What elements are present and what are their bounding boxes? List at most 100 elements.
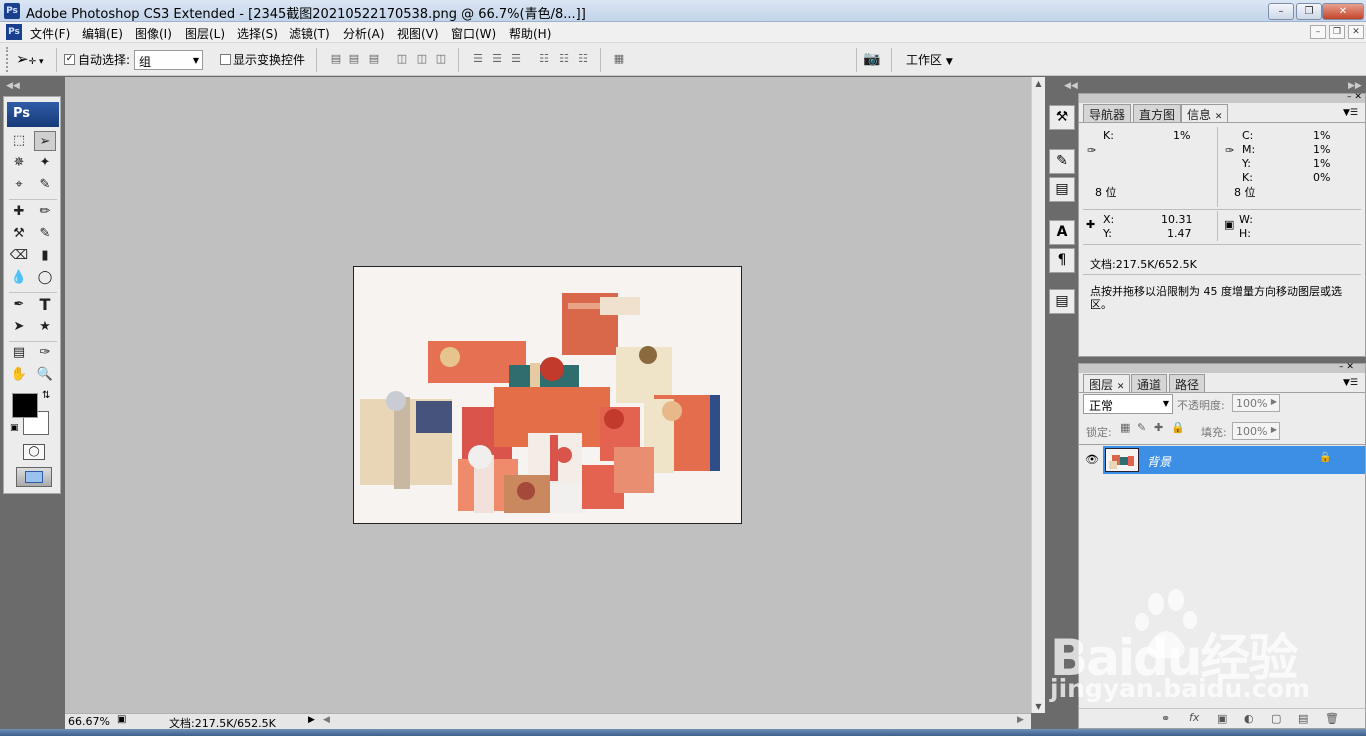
menu-layer[interactable]: 图层(L) bbox=[185, 25, 225, 42]
status-menu-arrow-icon[interactable]: ▶ bbox=[308, 715, 315, 725]
brush-tool-icon[interactable]: ✏ bbox=[34, 202, 56, 222]
zoom-level[interactable]: 66.67% bbox=[68, 715, 110, 728]
lock-pixels-icon[interactable]: ✎ bbox=[1137, 421, 1146, 434]
panel-minimize-icon[interactable]: – ✕ bbox=[1347, 92, 1362, 102]
eyedropper-icon[interactable]: ✑ bbox=[1087, 144, 1096, 157]
collapse-toolbox-icon[interactable]: ◀◀ bbox=[6, 81, 20, 91]
eyedropper-tool-icon[interactable]: ✑ bbox=[34, 343, 56, 363]
grip-icon[interactable] bbox=[6, 47, 11, 72]
lock-all-icon[interactable]: 🔒 bbox=[1171, 421, 1185, 434]
scroll-up-icon[interactable]: ▲ bbox=[1032, 79, 1045, 88]
lock-position-icon[interactable]: ✚ bbox=[1154, 421, 1163, 434]
scroll-right-icon[interactable]: ▶ bbox=[1017, 715, 1024, 725]
doc-restore-button[interactable]: ❐ bbox=[1329, 25, 1345, 39]
lasso-tool-icon[interactable]: ✵ bbox=[8, 153, 30, 173]
menu-window[interactable]: 窗口(W) bbox=[451, 25, 496, 42]
marquee-tool-icon[interactable]: ⬚ bbox=[8, 131, 30, 151]
panel-menu-icon[interactable]: ▼☰ bbox=[1343, 108, 1358, 118]
tab-layers[interactable]: 图层 ✕ bbox=[1083, 374, 1131, 392]
layer-name[interactable]: 背景 bbox=[1147, 453, 1171, 470]
menu-file[interactable]: 文件(F) bbox=[30, 25, 70, 42]
clone-source-icon[interactable]: ▤ bbox=[1049, 177, 1075, 202]
move-tool-preset-icon[interactable]: ➢✛ ▾ bbox=[16, 50, 44, 68]
tab-info[interactable]: 信息 ✕ bbox=[1181, 104, 1229, 122]
close-button[interactable]: ✕ bbox=[1322, 3, 1364, 20]
opacity-input[interactable]: 100% ▶ bbox=[1232, 394, 1280, 412]
distribute-bottom-icon[interactable]: ☰ bbox=[508, 52, 524, 66]
expand-dock-icon[interactable]: ▶▶ bbox=[1348, 81, 1362, 91]
show-transform-checkbox[interactable] bbox=[220, 54, 231, 65]
screen-mode-icon[interactable] bbox=[16, 467, 52, 487]
eraser-tool-icon[interactable]: ⌫ bbox=[8, 246, 30, 266]
align-top-icon[interactable]: ▤ bbox=[328, 52, 344, 66]
menu-image[interactable]: 图像(I) bbox=[135, 25, 172, 42]
brushes-icon[interactable]: ✎ bbox=[1049, 149, 1075, 174]
menu-help[interactable]: 帮助(H) bbox=[509, 25, 551, 42]
layer-row[interactable]: 👁 背景 🔒 bbox=[1079, 446, 1365, 474]
pen-tool-icon[interactable]: ✒ bbox=[8, 295, 30, 315]
vertical-scrollbar[interactable]: ▲ ▼ bbox=[1031, 77, 1045, 713]
app-menu-icon[interactable]: Ps bbox=[6, 24, 22, 40]
eyedropper-icon[interactable]: ✑ bbox=[1225, 144, 1234, 157]
menu-filter[interactable]: 滤镜(T) bbox=[289, 25, 330, 42]
align-right-icon[interactable]: ◫ bbox=[433, 52, 449, 66]
distribute-hcenter-icon[interactable]: ☷ bbox=[556, 52, 572, 66]
close-icon[interactable]: ✕ bbox=[1215, 112, 1223, 122]
auto-select-checkbox[interactable]: ✓ bbox=[64, 54, 75, 65]
swap-colors-icon[interactable]: ⇅ bbox=[42, 390, 50, 401]
tab-paths[interactable]: 路径 bbox=[1169, 374, 1206, 392]
type-tool-icon[interactable]: T bbox=[34, 295, 56, 315]
clone-stamp-tool-icon[interactable]: ⚒ bbox=[8, 224, 30, 244]
menu-select[interactable]: 选择(S) bbox=[237, 25, 278, 42]
align-bottom-icon[interactable]: ▤ bbox=[366, 52, 382, 66]
align-vcenter-icon[interactable]: ▤ bbox=[346, 52, 362, 66]
path-selection-tool-icon[interactable]: ➤ bbox=[8, 317, 30, 337]
zoom-tool-icon[interactable]: 🔍 bbox=[34, 365, 56, 385]
magic-wand-tool-icon[interactable]: ✦ bbox=[34, 153, 56, 173]
align-left-icon[interactable]: ◫ bbox=[394, 52, 410, 66]
visibility-eye-icon[interactable]: 👁 bbox=[1082, 448, 1102, 472]
default-colors-icon[interactable]: ▣ bbox=[10, 423, 19, 433]
paragraph-icon[interactable]: ¶ bbox=[1049, 248, 1075, 273]
distribute-right-icon[interactable]: ☷ bbox=[575, 52, 591, 66]
gradient-tool-icon[interactable]: ▮ bbox=[34, 246, 56, 266]
doc-minimize-button[interactable]: – bbox=[1310, 25, 1326, 39]
crop-tool-icon[interactable]: ⌖ bbox=[8, 175, 30, 195]
quick-mask-icon[interactable]: ◯ bbox=[23, 444, 45, 460]
distribute-top-icon[interactable]: ☰ bbox=[470, 52, 486, 66]
tab-histogram[interactable]: 直方图 bbox=[1133, 104, 1182, 122]
workspace-menu[interactable]: 工作区 ▼ bbox=[906, 51, 953, 68]
distribute-left-icon[interactable]: ☷ bbox=[536, 52, 552, 66]
scroll-left-icon[interactable]: ◀ bbox=[323, 715, 330, 725]
status-info-icon[interactable]: ▣ bbox=[117, 714, 126, 725]
menu-view[interactable]: 视图(V) bbox=[397, 25, 439, 42]
notes-tool-icon[interactable]: ▤ bbox=[8, 343, 30, 363]
healing-brush-tool-icon[interactable]: ✚ bbox=[8, 202, 30, 222]
tab-navigator[interactable]: 导航器 bbox=[1083, 104, 1132, 122]
character-icon[interactable]: A bbox=[1049, 220, 1075, 245]
hand-tool-icon[interactable]: ✋ bbox=[8, 365, 30, 385]
collapse-dock-icon[interactable]: ◀◀ bbox=[1064, 81, 1078, 91]
align-hcenter-icon[interactable]: ◫ bbox=[414, 52, 430, 66]
fill-input[interactable]: 100% ▶ bbox=[1232, 422, 1280, 440]
scroll-down-icon[interactable]: ▼ bbox=[1032, 702, 1045, 711]
blend-mode-dropdown[interactable]: 正常 ▼ bbox=[1083, 394, 1173, 414]
auto-align-layers-icon[interactable]: ▦ bbox=[611, 52, 627, 66]
distribute-vcenter-icon[interactable]: ☰ bbox=[489, 52, 505, 66]
panel-menu-icon[interactable]: ▼☰ bbox=[1343, 378, 1358, 388]
lock-transparent-icon[interactable]: ▦ bbox=[1120, 421, 1130, 434]
layer-comps-icon[interactable]: ▤ bbox=[1049, 289, 1075, 314]
blur-tool-icon[interactable]: 💧 bbox=[8, 268, 30, 288]
menu-analysis[interactable]: 分析(A) bbox=[343, 25, 385, 42]
dodge-tool-icon[interactable]: ◯ bbox=[34, 268, 56, 288]
close-icon[interactable]: ✕ bbox=[1117, 382, 1125, 392]
doc-close-button[interactable]: ✕ bbox=[1348, 25, 1364, 39]
panel-minimize-icon[interactable]: – ✕ bbox=[1339, 362, 1354, 372]
tab-channels[interactable]: 通道 bbox=[1131, 374, 1168, 392]
slice-tool-icon[interactable]: ✎ bbox=[34, 175, 56, 195]
foreground-color-swatch[interactable] bbox=[12, 393, 38, 418]
fill-arrow-icon[interactable]: ▶ bbox=[1271, 425, 1277, 434]
history-brush-tool-icon[interactable]: ✎ bbox=[34, 224, 56, 244]
menu-edit[interactable]: 编辑(E) bbox=[82, 25, 123, 42]
move-tool-icon[interactable]: ➢ bbox=[34, 131, 56, 151]
